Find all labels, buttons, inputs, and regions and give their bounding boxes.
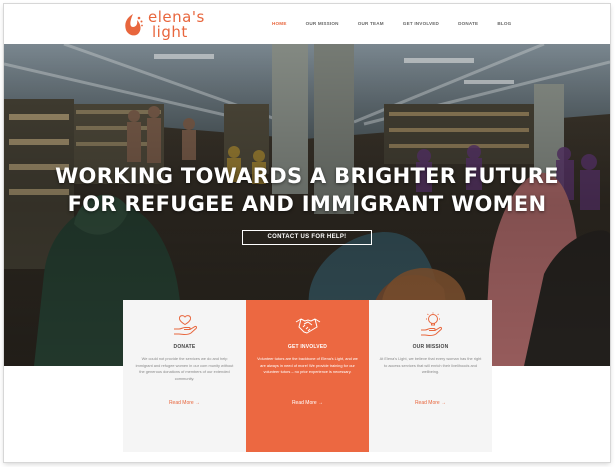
card-donate-title: DONATE xyxy=(173,344,196,350)
card-donate-read-more-link[interactable]: Read More → xyxy=(123,400,246,406)
card-our-mission-body: At Elena's Light, we believe that every … xyxy=(379,356,482,375)
hero-title-line2: FOR REFUGEE AND IMMIGRANT WOMEN xyxy=(67,192,547,216)
logo-text-line2: light xyxy=(152,23,188,41)
card-get-involved-read-more-link[interactable]: Read More → xyxy=(246,400,369,406)
nav-our-team[interactable]: OUR TEAM xyxy=(358,21,384,31)
hand-heart-icon xyxy=(174,315,198,336)
site-header: elena's light HOME OUR MISSION OUR TEAM … xyxy=(4,4,610,44)
hero-title-line1: WORKING TOWARDS A BRIGHTER FUTURE xyxy=(55,164,559,188)
handshake-icon xyxy=(295,318,321,334)
feature-cards: DONATE We could not provide the services… xyxy=(123,300,492,452)
site-logo[interactable]: elena's light xyxy=(122,9,204,43)
nav-donate[interactable]: DONATE xyxy=(458,21,478,31)
nav-get-involved[interactable]: GET INVOLVED xyxy=(403,21,439,31)
card-get-involved-body: Volunteer tutors are the backbone of Ele… xyxy=(257,356,358,375)
card-our-mission: OUR MISSION At Elena's Light, we believe… xyxy=(369,300,492,452)
card-get-involved: GET INVOLVED Volunteer tutors are the ba… xyxy=(246,300,369,452)
card-our-mission-read-more-link[interactable]: Read More → xyxy=(369,400,492,406)
contact-us-button[interactable]: CONTACT US FOR HELP! xyxy=(242,230,372,245)
hand-lightbulb-icon xyxy=(421,312,443,337)
browser-frame: elena's light HOME OUR MISSION OUR TEAM … xyxy=(4,4,610,462)
card-get-involved-title: GET INVOLVED xyxy=(287,344,328,350)
nav-our-mission[interactable]: OUR MISSION xyxy=(306,21,339,31)
card-our-mission-title: OUR MISSION xyxy=(412,344,449,350)
card-donate-body: We could not provide the services we do … xyxy=(135,356,234,381)
nav-home[interactable]: HOME xyxy=(272,21,287,31)
nav-blog[interactable]: BLOG xyxy=(497,21,511,31)
logo-flame-icon xyxy=(125,14,143,36)
main-nav: HOME OUR MISSION OUR TEAM GET INVOLVED D… xyxy=(272,21,511,31)
card-donate: DONATE We could not provide the services… xyxy=(123,300,246,452)
